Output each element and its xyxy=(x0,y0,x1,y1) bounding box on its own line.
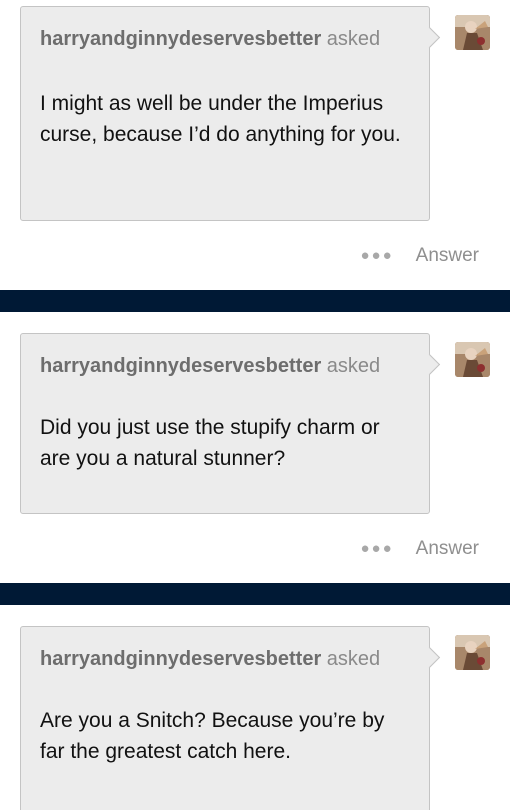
asker-avatar[interactable] xyxy=(455,342,490,377)
answer-button[interactable]: Answer xyxy=(416,244,479,268)
post-actions: ●●● Answer xyxy=(360,537,479,561)
post-divider xyxy=(0,583,510,605)
asker-name[interactable]: harryandginnydeservesbetter xyxy=(40,28,321,50)
question-text: Did you just use the stupify charm or ar… xyxy=(40,416,380,470)
asker-name[interactable]: harryandginnydeservesbetter xyxy=(40,648,321,670)
dashboard-feed: harryandginnydeservesbetter asked I migh… xyxy=(0,0,510,810)
asker-line: harryandginnydeservesbetter asked xyxy=(40,354,380,378)
asker-avatar[interactable] xyxy=(455,635,490,670)
ask-card: harryandginnydeservesbetter asked Did yo… xyxy=(20,333,430,514)
asker-line: harryandginnydeservesbetter asked xyxy=(40,27,380,51)
asker-name[interactable]: harryandginnydeservesbetter xyxy=(40,355,321,377)
asked-label: asked xyxy=(326,28,381,50)
asked-label: asked xyxy=(326,355,381,377)
post-actions: ●●● Answer xyxy=(360,244,479,268)
ask-card: harryandginnydeservesbetter asked I migh… xyxy=(20,6,430,221)
post-divider xyxy=(0,290,510,312)
asker-line: harryandginnydeservesbetter asked xyxy=(40,647,380,671)
question-text: Are you a Snitch? Because you’re by far … xyxy=(40,709,385,763)
answer-button[interactable]: Answer xyxy=(416,537,479,561)
asker-avatar[interactable] xyxy=(455,15,490,50)
ellipsis-icon[interactable]: ●●● xyxy=(360,244,393,268)
asked-label: asked xyxy=(326,648,381,670)
ask-card: harryandginnydeservesbetter asked Are yo… xyxy=(20,626,430,810)
ellipsis-icon[interactable]: ●●● xyxy=(360,537,393,561)
question-text: I might as well be under the Imperius cu… xyxy=(40,92,401,146)
